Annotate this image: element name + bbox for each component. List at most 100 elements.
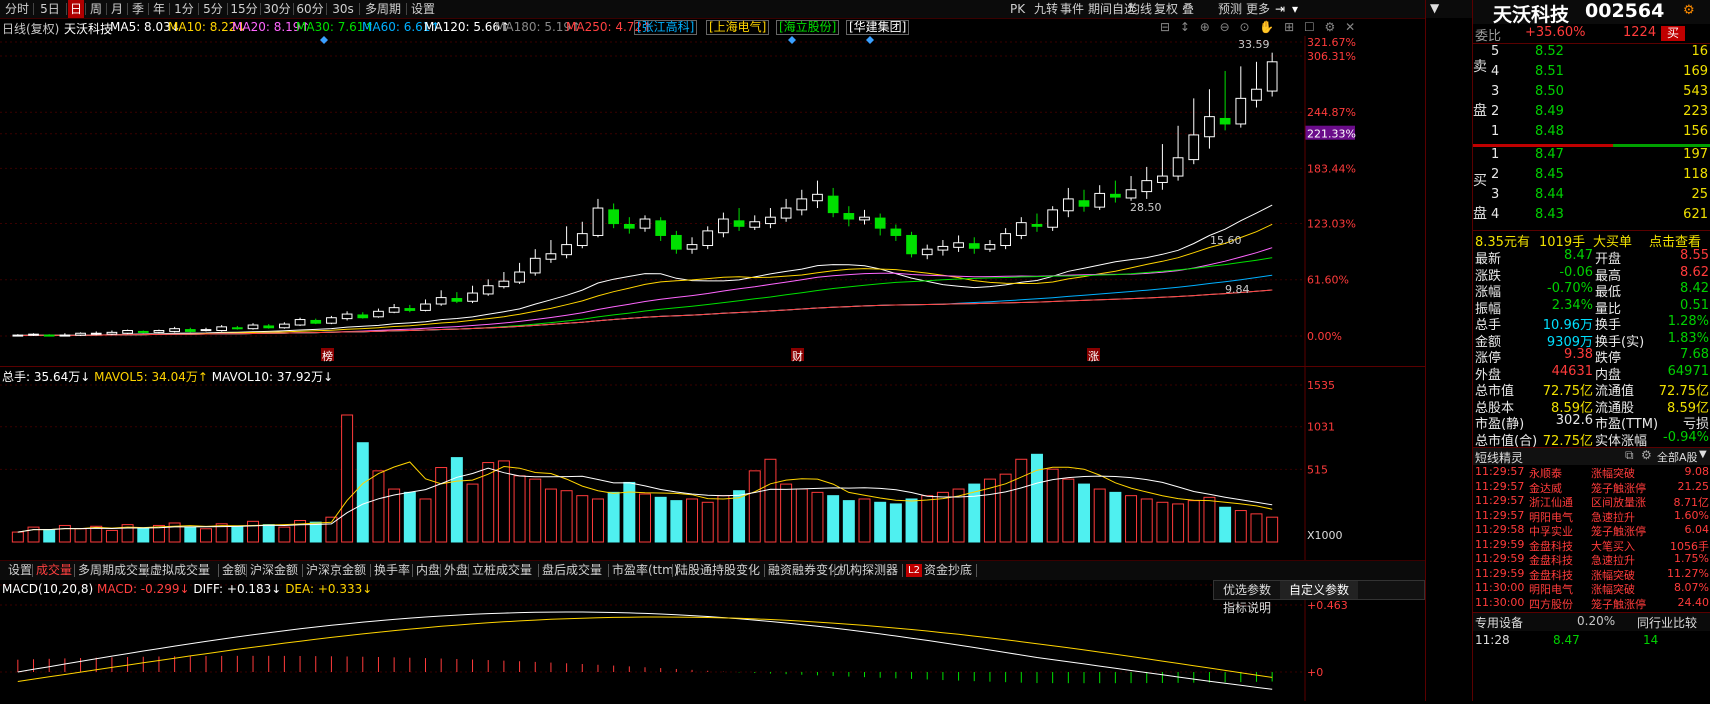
- event-marker[interactable]: 榜: [322, 349, 333, 363]
- indicator-tab-13[interactable]: 陆股通持股变化: [676, 561, 760, 580]
- indicator-tab-9[interactable]: 外盘: [444, 561, 468, 580]
- custom-params-button[interactable]: 自定义参数: [1280, 581, 1359, 599]
- indicator-tab-6[interactable]: 沪深京金额: [306, 561, 366, 580]
- feed-item[interactable]: 11:29:58 中孚实业 笼子触涨停 6.04: [1473, 523, 1710, 538]
- indicator-tab-8[interactable]: 内盘: [416, 561, 440, 580]
- period-5[interactable]: 季: [129, 0, 147, 18]
- ask-level-4[interactable]: 4 8.51 169: [1473, 64, 1710, 82]
- feed-item[interactable]: 11:29:57 明阳电气 急速拉升 1.60%: [1473, 509, 1710, 524]
- period-7[interactable]: 1分: [171, 0, 197, 18]
- period-12[interactable]: 30s: [328, 0, 358, 18]
- period-6[interactable]: 年: [150, 0, 168, 18]
- indicator-tab-10[interactable]: 立桩成交量: [472, 561, 532, 580]
- ask-level-5[interactable]: 5 8.52 16: [1473, 44, 1710, 62]
- indicator-tab-5[interactable]: 沪深金额: [250, 561, 298, 580]
- indicator-tab-14[interactable]: 融资融券变化: [768, 561, 840, 580]
- volume-pane[interactable]: 总手: 35.64万↓ MAVOL5: 34.04万↑ MAVOL10: 37.…: [0, 366, 1425, 561]
- ask-level-1[interactable]: 1 8.48 156: [1473, 124, 1710, 142]
- toolbar-right-8[interactable]: 预测: [1216, 0, 1244, 18]
- industry-row: 专用设备 0.20% 同行业比较: [1473, 612, 1710, 631]
- toolbar-right-7[interactable]: [1198, 0, 1202, 18]
- feed-item[interactable]: 11:30:00 明阳电气 涨幅突破 8.07%: [1473, 581, 1710, 596]
- period-9[interactable]: 15分: [229, 0, 259, 18]
- indicator-tab-4[interactable]: 金额: [222, 561, 246, 580]
- indicator-tab-15[interactable]: 机构探测器: [838, 561, 898, 580]
- feed-item[interactable]: 11:29:57 金达威 笼子触涨停 21.25: [1473, 480, 1710, 495]
- toolbar-right-4[interactable]: 均线: [1126, 0, 1154, 18]
- period-1[interactable]: 5日: [35, 0, 65, 18]
- toolbar-right-0[interactable]: PK: [1008, 0, 1027, 18]
- industry-compare-link[interactable]: 同行业比较: [1637, 614, 1697, 631]
- stat-value: 302.6: [1555, 413, 1593, 428]
- indicator-tab-11[interactable]: 盘后成交量: [542, 561, 602, 580]
- toolbar-right-2[interactable]: 事件: [1058, 0, 1086, 18]
- indicator-tab-7[interactable]: 换手率: [374, 561, 410, 580]
- feed-filter[interactable]: 全部A股: [1657, 449, 1698, 465]
- indicator-tab-0[interactable]: 设置: [8, 561, 32, 580]
- compare-tag-2[interactable]: [上海电气]: [706, 20, 770, 35]
- feed-item[interactable]: 11:29:59 金盘科技 大笔买入 1056手: [1473, 538, 1710, 553]
- feed-item[interactable]: 11:30:00 四方股份 笼子触涨停 24.40: [1473, 596, 1710, 611]
- toolbar-right-9[interactable]: 更多: [1244, 0, 1272, 18]
- volume-bar: [827, 495, 840, 543]
- menu-arrow-icon[interactable]: ▼: [1430, 1, 1439, 15]
- stat-value: 72.75亿: [1542, 433, 1593, 449]
- compare-tag-4[interactable]: [华建集团]: [846, 20, 910, 35]
- feed-export-icon[interactable]: ⧉: [1625, 448, 1634, 463]
- toolbar-right-1[interactable]: 九转: [1032, 0, 1060, 18]
- chart-tool-icons[interactable]: ⊟ ↕ ⊕ ⊖ ⊙ ✋ ⊞ ☐ ⚙ ✕: [1160, 20, 1358, 34]
- pin-icon[interactable]: ⇥: [1275, 0, 1285, 18]
- compare-tag-3[interactable]: [海立股份]: [776, 20, 840, 35]
- volume-bar: [748, 470, 761, 543]
- candle: [1015, 222, 1027, 236]
- bid-level-3[interactable]: 3 8.44 25: [1473, 187, 1710, 205]
- period-10[interactable]: 30分: [262, 0, 292, 18]
- feed-item[interactable]: 11:29:57 浙江仙通 区间放量涨 8.71亿: [1473, 494, 1710, 509]
- feed-item[interactable]: 11:29:59 金盘科技 涨幅突破 11.27%: [1473, 567, 1710, 582]
- indicator-tab-3[interactable]: 虚拟成交量: [150, 561, 210, 580]
- feed-item[interactable]: 11:29:57 永顺泰 涨幅突破 9.08: [1473, 465, 1710, 480]
- indicator-tab-16[interactable]: 资金抄底: [924, 561, 972, 580]
- toolbar-right-5[interactable]: 复权: [1152, 0, 1180, 18]
- scroll-icon[interactable]: ▾: [1292, 0, 1298, 18]
- ask-level-3[interactable]: 3 8.50 543: [1473, 84, 1710, 102]
- event-marker[interactable]: 财: [792, 349, 803, 363]
- diamond-marker-icon[interactable]: [788, 36, 796, 44]
- feed-filter-chevron-icon[interactable]: ▼: [1699, 449, 1707, 460]
- period-11[interactable]: 60分: [295, 0, 325, 18]
- event-marker[interactable]: 涨: [1088, 350, 1099, 363]
- period-3[interactable]: 周: [87, 0, 105, 18]
- indicator-help-button[interactable]: 指标说明: [1214, 599, 1280, 617]
- period-4[interactable]: 月: [108, 0, 126, 18]
- period-14[interactable]: 设置: [408, 0, 438, 18]
- feed-list: 11:29:57 永顺泰 涨幅突破 9.08 11:29:57 金达威 笼子触涨停 21.25…: [1473, 465, 1710, 615]
- period-13[interactable]: 多周期: [361, 0, 405, 18]
- feed-gear-icon[interactable]: ⚙: [1641, 448, 1652, 462]
- settings-icon[interactable]: ⚙: [1683, 3, 1695, 18]
- bid-level-2[interactable]: 2 8.45 118: [1473, 167, 1710, 185]
- chart-mode-label: 日线(复权): [2, 22, 60, 36]
- period-8[interactable]: 5分: [200, 0, 226, 18]
- candle: [1078, 200, 1090, 207]
- tab-divider: [412, 564, 413, 577]
- indicator-tab-12[interactable]: 市盈率(ttm): [612, 561, 678, 580]
- stat-value: -0.70%: [1547, 281, 1593, 296]
- bid-level-1[interactable]: 1 8.47 197: [1473, 147, 1710, 165]
- compare-tag-1[interactable]: [张江高科]: [634, 20, 698, 35]
- diamond-marker-icon[interactable]: [866, 36, 874, 44]
- diamond-marker-icon[interactable]: [320, 36, 328, 44]
- period-0[interactable]: 分时: [2, 0, 32, 18]
- ask-level-2[interactable]: 2 8.49 223: [1473, 104, 1710, 122]
- indicator-tab-2[interactable]: 多周期成交量: [78, 561, 150, 580]
- toolbar-right-6[interactable]: 叠: [1180, 0, 1196, 18]
- price-pane[interactable]: 321.67% 306.31% 244.87% 221.33% 183.44% 123.0…: [0, 36, 1425, 366]
- bid-level-4[interactable]: 4 8.43 621: [1473, 207, 1710, 225]
- big-order-row[interactable]: 8.35元有 1019手 大买单 点击查看: [1473, 230, 1710, 250]
- candle: [1000, 233, 1011, 247]
- period-2[interactable]: 日: [68, 0, 84, 18]
- macd-pane[interactable]: MACD(10,20,8) MACD: -0.299↓ DIFF: +0.183…: [0, 579, 1425, 701]
- optimal-params-button[interactable]: 优选参数: [1214, 581, 1280, 599]
- buy-button[interactable]: 买: [1661, 26, 1686, 41]
- feed-item[interactable]: 11:29:59 金盘科技 急速拉升 1.75%: [1473, 552, 1710, 567]
- indicator-tab-1[interactable]: 成交量: [36, 561, 72, 580]
